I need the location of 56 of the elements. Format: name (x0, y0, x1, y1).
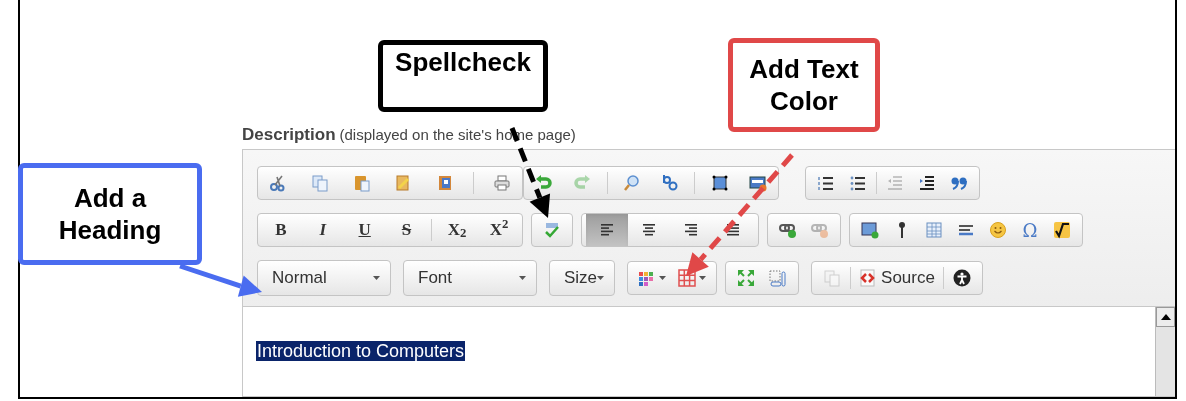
scissors-icon (269, 174, 287, 192)
printer-icon (492, 174, 511, 192)
align-left-icon (598, 221, 616, 239)
replace-icon (661, 174, 680, 192)
size-dropdown[interactable]: Size (549, 260, 616, 296)
copy-icon (310, 174, 329, 192)
expand-arrows-icon (737, 269, 756, 287)
bulleted-list-icon (849, 174, 867, 192)
strikethrough-button[interactable]: S (387, 215, 426, 245)
callout-text: Add Text Color (748, 53, 860, 117)
link-icon (779, 221, 797, 239)
undo-arrow-icon (535, 174, 553, 192)
selected-text: Introduction to Computers (256, 341, 466, 361)
format-dropdown[interactable]: Normal (257, 260, 391, 296)
select-all-icon (710, 174, 729, 192)
table-icon (925, 221, 943, 239)
spellcheck-icon (543, 221, 561, 239)
indent-icon (918, 174, 936, 192)
field-label: Description (242, 124, 336, 146)
html-icon (748, 174, 767, 192)
source-icon (859, 269, 878, 287)
unlink-icon (811, 221, 829, 239)
special-character-button[interactable]: Ω (1014, 215, 1046, 245)
caret-icon (659, 276, 667, 280)
caret-icon (597, 276, 605, 280)
editor-content[interactable]: Introduction to Computers (243, 306, 1175, 396)
align-right-icon (682, 221, 700, 239)
square-root-icon (1053, 221, 1071, 239)
callout-text: Add a Heading (57, 182, 163, 246)
source-button[interactable]: Source (853, 263, 941, 293)
accessibility-icon (952, 269, 971, 287)
superscript-button[interactable]: X$^{2}$ (479, 215, 518, 245)
justify-icon (724, 221, 742, 239)
callout-text: Spellcheck (395, 46, 531, 78)
align-left-button[interactable] (586, 214, 628, 246)
font-dropdown[interactable]: Font (403, 260, 537, 296)
up-arrow-icon (1160, 314, 1171, 320)
paste-icon (352, 174, 371, 192)
grid-icon (678, 269, 697, 287)
italic-button[interactable]: I (303, 215, 342, 245)
show-blocks-icon (769, 269, 788, 287)
bold-button[interactable]: B (262, 215, 300, 245)
align-center-icon (640, 221, 658, 239)
search-icon (622, 174, 641, 192)
numbered-list-icon (817, 174, 835, 192)
outdent-icon (886, 174, 904, 192)
caret-icon (373, 276, 380, 280)
image-icon (861, 221, 879, 239)
copy-format-icon (823, 269, 842, 287)
subscript-button[interactable]: X$_{2}$ (438, 215, 477, 245)
smiley-icon (989, 221, 1007, 239)
underline-button[interactable]: U (345, 215, 384, 245)
redo-arrow-icon (573, 174, 592, 192)
scroll-up-button[interactable] (1156, 307, 1175, 327)
caret-icon (519, 276, 526, 280)
scrollbar[interactable] (1155, 307, 1175, 396)
